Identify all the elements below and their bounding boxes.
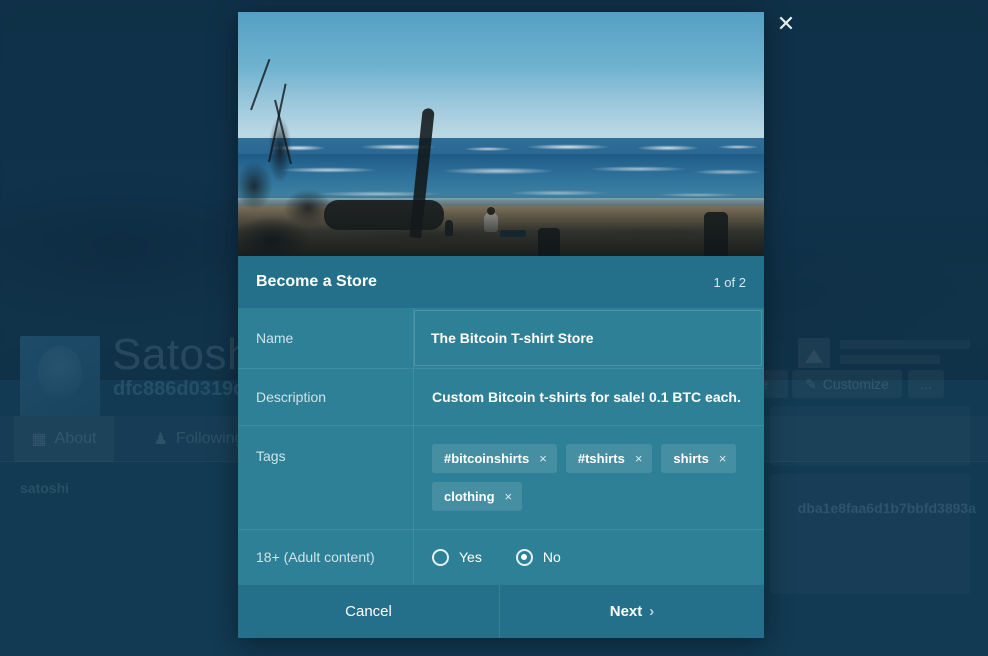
tag-list: #bitcoinshirts × #tshirts × shirts × clo… xyxy=(432,444,746,511)
tag-chip[interactable]: #bitcoinshirts × xyxy=(432,444,557,473)
customize-button[interactable]: ✎ Customize xyxy=(792,370,902,398)
remove-tag-icon[interactable]: × xyxy=(505,490,513,503)
content-card xyxy=(770,474,970,594)
customize-button-label: Customize xyxy=(822,376,889,392)
name-label: Name xyxy=(238,308,414,368)
cancel-button-label: Cancel xyxy=(345,603,392,620)
next-button[interactable]: Next › xyxy=(500,585,764,638)
modal-title: Become a Store xyxy=(256,273,377,290)
cover-photo xyxy=(238,12,764,256)
tag-label: #bitcoinshirts xyxy=(444,451,530,466)
tag-label: #tshirts xyxy=(577,451,625,466)
radio-option-no[interactable]: No xyxy=(515,548,561,566)
form-row-tags: Tags #bitcoinshirts × #tshirts × shirts … xyxy=(238,426,764,530)
name-field-wrapper[interactable] xyxy=(414,310,762,366)
tab-about-label: About xyxy=(54,430,97,447)
name-input[interactable] xyxy=(415,311,761,365)
tag-chip[interactable]: #tshirts × xyxy=(565,444,653,473)
description-field-wrapper[interactable]: Custom Bitcoin t-shirts for sale! 0.1 BT… xyxy=(414,369,764,425)
modal-footer: Cancel Next › xyxy=(238,584,764,638)
tag-label: shirts xyxy=(673,451,709,466)
remove-tag-icon[interactable]: × xyxy=(539,452,547,465)
radio-label-no: No xyxy=(542,549,561,565)
form-row-name: Name xyxy=(238,308,764,369)
tag-chip[interactable]: clothing × xyxy=(432,482,523,511)
profile-username: satoshi xyxy=(20,480,70,496)
paint-icon: ✎ xyxy=(805,375,817,392)
tags-field-wrapper[interactable]: #bitcoinshirts × #tshirts × shirts × clo… xyxy=(414,426,764,529)
avatar xyxy=(20,336,100,416)
close-icon[interactable]: ✕ xyxy=(772,10,800,38)
description-input[interactable]: Custom Bitcoin t-shirts for sale! 0.1 BT… xyxy=(432,389,741,405)
store-form: Name Description Custom Bitcoin t-shirts… xyxy=(238,308,764,584)
adult-content-options: Yes No xyxy=(414,530,764,584)
tab-following-label: Following xyxy=(175,430,244,447)
radio-icon-unchecked[interactable] xyxy=(432,548,449,566)
form-row-adult-content: 18+ (Adult content) Yes No xyxy=(238,530,764,584)
radio-label-yes: Yes xyxy=(459,549,482,565)
radio-option-yes[interactable]: Yes xyxy=(432,548,482,566)
tab-about[interactable]: ▦ About xyxy=(14,416,114,462)
cancel-button[interactable]: Cancel xyxy=(238,585,500,638)
remove-tag-icon[interactable]: × xyxy=(719,452,727,465)
form-row-description: Description Custom Bitcoin t-shirts for … xyxy=(238,369,764,426)
description-label: Description xyxy=(238,369,414,425)
content-card xyxy=(770,406,970,466)
tag-chip[interactable]: shirts × xyxy=(661,444,737,473)
adult-content-label: 18+ (Adult content) xyxy=(238,530,414,584)
become-a-store-modal: Become a Store 1 of 2 Name Description C… xyxy=(238,12,764,638)
tags-label: Tags xyxy=(238,426,414,529)
person-icon: ♟ xyxy=(153,431,168,448)
image-thumbnail xyxy=(798,338,830,368)
placeholder-line xyxy=(840,340,970,349)
remove-tag-icon[interactable]: × xyxy=(635,452,643,465)
radio-icon-checked[interactable] xyxy=(515,548,533,566)
modal-header: Become a Store 1 of 2 xyxy=(238,256,764,308)
chevron-right-icon: › xyxy=(649,603,655,620)
foreground-shadow xyxy=(238,194,764,256)
more-options-button[interactable]: ... xyxy=(908,370,944,398)
tag-label: clothing xyxy=(444,489,495,504)
about-icon: ▦ xyxy=(31,431,47,448)
profile-hex-id: dba1e8faa6d1b7bbfd3893a xyxy=(797,500,976,516)
next-button-label: Next xyxy=(609,603,643,620)
placeholder-line xyxy=(840,355,940,364)
step-indicator: 1 of 2 xyxy=(713,274,746,290)
